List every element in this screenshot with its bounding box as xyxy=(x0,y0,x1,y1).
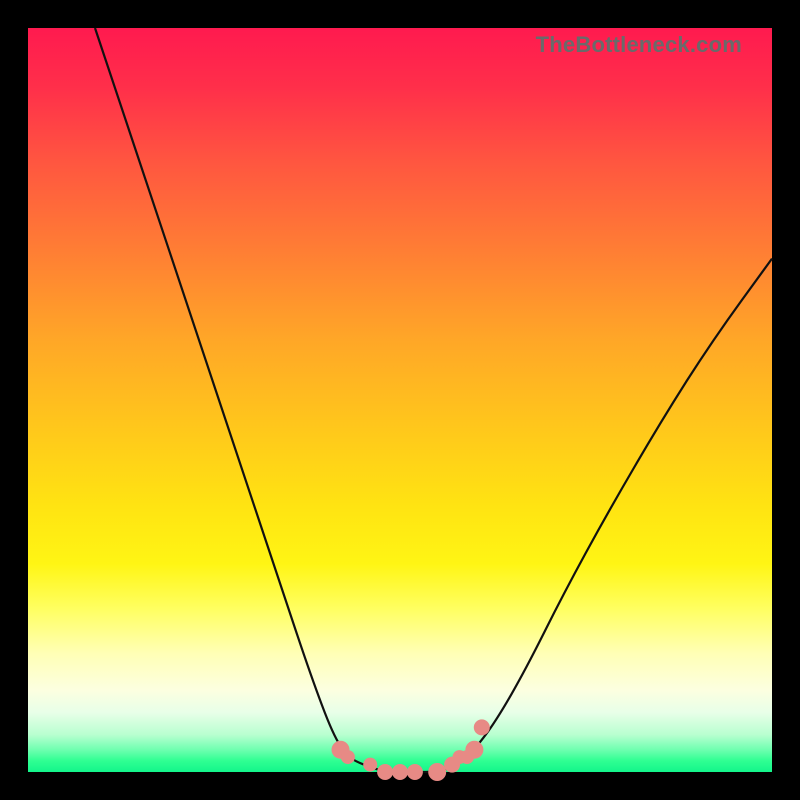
minimum-dot xyxy=(465,741,483,759)
minimum-dot xyxy=(341,750,355,764)
minimum-dot xyxy=(377,764,393,780)
curve-layer xyxy=(28,28,772,772)
minimum-dot xyxy=(407,764,423,780)
minimum-dot xyxy=(474,719,490,735)
plot-area: TheBottleneck.com xyxy=(28,28,772,772)
minimum-dot xyxy=(392,764,408,780)
minimum-dot xyxy=(428,763,446,781)
minimum-dots-group xyxy=(332,719,490,781)
minimum-dot xyxy=(363,758,377,772)
bottleneck-curve xyxy=(95,28,772,772)
chart-frame: TheBottleneck.com xyxy=(0,0,800,800)
